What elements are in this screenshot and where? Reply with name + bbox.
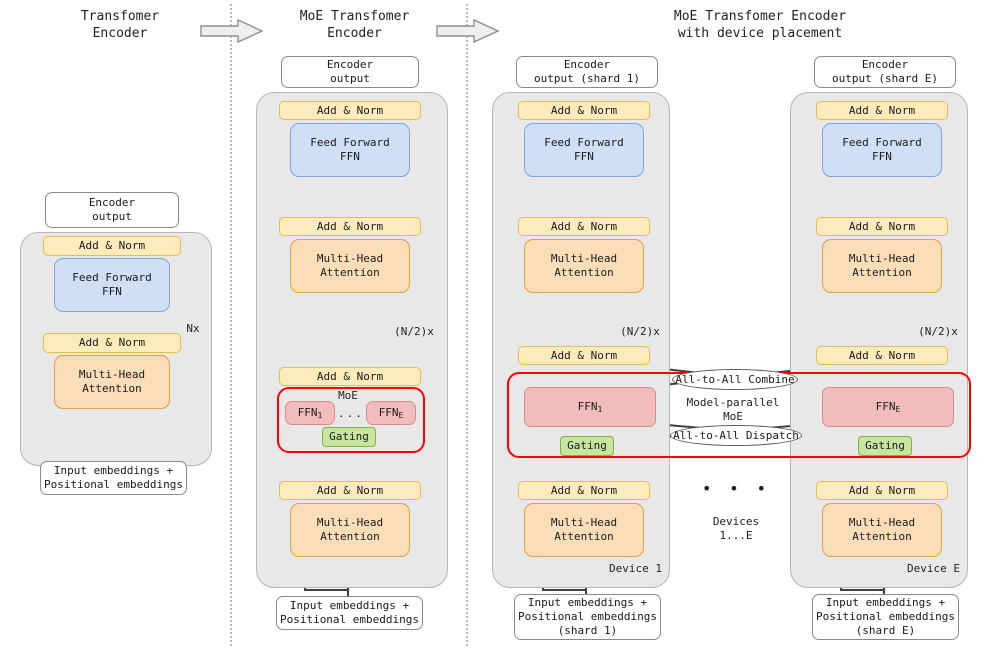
- device-label-1: Device 1: [609, 562, 662, 575]
- repeat-count-nx: Nx: [186, 322, 200, 335]
- device-label-E: Device E: [907, 562, 960, 575]
- gating-panel2: Gating: [322, 427, 376, 447]
- input-embeddings-box-moe: Input embeddings + Positional embeddings: [276, 596, 423, 630]
- encoder-output-box-shard1: Encoder output (shard 1): [516, 56, 658, 88]
- multi-head-attention-bottom-device1: Multi-Head Attention: [524, 503, 644, 557]
- expert-ffn-E-subscript: E: [398, 411, 404, 420]
- encoder-output-box-moe: Encoder output: [281, 56, 419, 88]
- column-title-transformer-encoder: Transfomer Encoder: [80, 9, 160, 41]
- devices-range-label: Devices 1...E: [712, 515, 760, 542]
- expert-ffn-E-panel2: FFN E: [366, 401, 416, 425]
- multi-head-attention-plain: Multi-Head Attention: [54, 355, 170, 409]
- encoder-output-box-plain: Encoder output: [45, 192, 179, 228]
- repeat-count-half-nx-deviceE: (N/2)x: [918, 325, 958, 338]
- encoder-output-box-shardE: Encoder output (shard E): [814, 56, 956, 88]
- add-norm-moe-device1: Add & Norm: [518, 346, 650, 365]
- panel-divider-2: [466, 4, 468, 646]
- multi-head-attention-bottom-deviceE: Multi-Head Attention: [822, 503, 942, 557]
- devices-ellipsis-dots: • • •: [701, 479, 771, 498]
- add-norm-ffn-moe: Add & Norm: [279, 101, 421, 120]
- expert-ffn-1-subscript: 1: [317, 411, 323, 420]
- input-embeddings-box-shard1: Input embeddings + Positional embeddings…: [514, 594, 661, 640]
- block-arrow-icon-2: [436, 18, 500, 44]
- add-norm-attention-top-moe: Add & Norm: [279, 217, 421, 236]
- add-norm-ffn-device1: Add & Norm: [518, 101, 650, 120]
- panel-divider-1: [230, 4, 232, 646]
- feed-forward-ffn-deviceE: Feed Forward FFN: [822, 123, 942, 177]
- feed-forward-ffn-plain: Feed Forward FFN: [54, 258, 170, 312]
- add-norm-attention-bottom-deviceE: Add & Norm: [816, 481, 948, 500]
- column-title-moe-with-device-placement: MoE Transfomer Encoder with device place…: [673, 9, 847, 41]
- feed-forward-ffn-device1: Feed Forward FFN: [524, 123, 644, 177]
- add-norm-ffn-deviceE: Add & Norm: [816, 101, 948, 120]
- add-norm-attention-plain: Add & Norm: [43, 333, 181, 353]
- repeat-count-half-nx-device1: (N/2)x: [620, 325, 660, 338]
- multi-head-attention-top-deviceE: Multi-Head Attention: [822, 239, 942, 293]
- add-norm-attention-top-deviceE: Add & Norm: [816, 217, 948, 236]
- multi-head-attention-top-device1: Multi-Head Attention: [524, 239, 644, 293]
- column-title-moe-transformer-encoder: MoE Transfomer Encoder: [299, 9, 410, 41]
- add-norm-moe-deviceE: Add & Norm: [816, 346, 948, 365]
- multi-head-attention-bottom-moe: Multi-Head Attention: [290, 503, 410, 557]
- add-norm-attention-bottom-device1: Add & Norm: [518, 481, 650, 500]
- add-norm-ffn-plain: Add & Norm: [43, 236, 181, 256]
- all-to-all-dispatch-label: All-to-All Dispatch: [670, 425, 802, 446]
- repeat-count-half-nx-moe: (N/2)x: [394, 325, 434, 338]
- input-embeddings-box-shardE: Input embeddings + Positional embeddings…: [812, 594, 959, 640]
- input-embeddings-box-plain: Input embeddings + Positional embeddings: [40, 461, 187, 495]
- model-parallel-moe-label: Model-parallel MoE: [686, 396, 780, 423]
- expert-ffn-1-panel2: FFN 1: [285, 401, 335, 425]
- expert-ffn-E-text: FFN: [378, 406, 399, 419]
- expert-ffn-1-text: FFN: [297, 406, 318, 419]
- add-norm-moe: Add & Norm: [279, 367, 421, 386]
- expert-ellipsis-panel2: ...: [338, 407, 364, 420]
- multi-head-attention-top-moe: Multi-Head Attention: [290, 239, 410, 293]
- feed-forward-ffn-moe: Feed Forward FFN: [290, 123, 410, 177]
- block-arrow-icon-1: [200, 18, 264, 44]
- add-norm-attention-top-device1: Add & Norm: [518, 217, 650, 236]
- all-to-all-combine-label: All-to-All Combine: [672, 369, 798, 390]
- add-norm-attention-bottom-moe: Add & Norm: [279, 481, 421, 500]
